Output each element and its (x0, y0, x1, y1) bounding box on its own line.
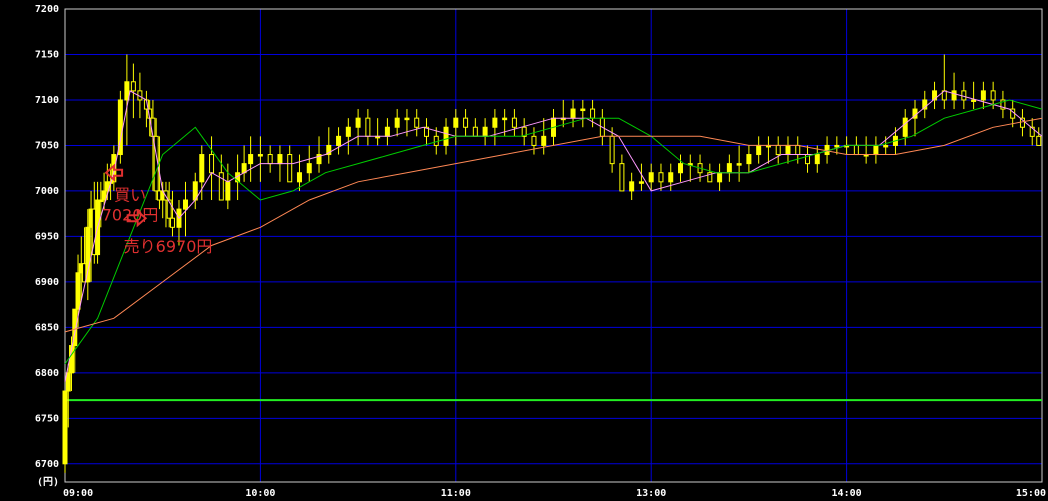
x-tick-label: 09:00 (63, 488, 93, 499)
candle-body-up (394, 117, 400, 128)
candle-body-up (182, 199, 188, 210)
candle-body-up (717, 172, 723, 183)
candle-body-up (404, 117, 410, 121)
candle-body-down (1036, 135, 1042, 146)
annotation-label: 買い (114, 186, 146, 205)
candle-body-up (736, 163, 742, 166)
y-tick-label: 7000 (35, 186, 59, 197)
y-tick-label: 7150 (35, 49, 59, 60)
candle-body-up (306, 163, 312, 174)
y-tick-label: 6800 (35, 368, 59, 379)
candle-body-down (169, 217, 175, 228)
candle (62, 390, 68, 473)
candle-body-down (511, 117, 517, 128)
candle-body-up (785, 144, 791, 156)
candle-body-up (62, 390, 68, 465)
candle-body-up (384, 126, 390, 137)
x-tick-label: 10:00 (245, 488, 275, 499)
candle-body-up (883, 144, 889, 148)
candle-body-up (902, 117, 908, 137)
candle-body-down (267, 154, 273, 165)
candle-body-up (199, 154, 205, 183)
candle-body-down (531, 135, 537, 146)
candle-body-down (414, 117, 420, 128)
y-axis-unit-label: (円) (37, 476, 59, 488)
candle-body-up (502, 117, 508, 121)
candle-body-up (257, 154, 263, 157)
candle-body-up (296, 172, 302, 183)
candle-body-up (951, 90, 957, 101)
y-tick-label: 6950 (35, 231, 59, 242)
intraday-price-chart: 買い7020円売り6970円 7200715071007050700069506… (0, 0, 1048, 501)
candle-body-up (124, 81, 130, 101)
candle-body-up (756, 144, 762, 156)
y-tick-label: 6750 (35, 413, 59, 424)
candle-body-up (75, 272, 81, 310)
candle-body-down (658, 172, 664, 183)
candle-body-up (225, 181, 231, 201)
candle-body-down (590, 108, 596, 119)
candle-body-up (678, 163, 684, 174)
annotation-label: 売り6970円 (124, 237, 213, 256)
candle-body-down (619, 163, 625, 192)
candle-body-up (482, 126, 488, 137)
candle-body-up (277, 154, 283, 165)
candle-body-up (629, 181, 635, 192)
candle-body-down (472, 126, 478, 137)
candle-body-up (355, 117, 361, 128)
candle (117, 90, 123, 164)
candle-body-up (101, 190, 107, 201)
x-tick-label: 13:00 (636, 488, 666, 499)
candle-body-down (130, 81, 136, 92)
candle-body-down (287, 154, 293, 183)
candle-body-up (648, 172, 654, 183)
candle-body-up (638, 181, 644, 184)
candle-body-up (814, 154, 820, 165)
candle-body-down (775, 144, 781, 156)
candle-body-up (873, 144, 879, 156)
x-tick-label: 14:00 (832, 488, 862, 499)
candle-body-up (443, 126, 449, 146)
candle-body-up (580, 108, 586, 112)
candle-body-down (961, 90, 967, 101)
candle-body-up (336, 135, 342, 146)
candle-body-up (834, 144, 840, 148)
candle-body-down (795, 144, 801, 156)
candle-body-up (453, 117, 459, 128)
candle-body-up (726, 163, 732, 174)
candle-body-up (971, 99, 977, 102)
candle-body-up (980, 90, 986, 101)
candle-body-down (463, 117, 469, 128)
candle-body-up (668, 172, 674, 183)
y-tick-label: 7200 (35, 4, 59, 15)
candle-body-down (218, 172, 224, 201)
x-tick-label: 11:00 (441, 488, 471, 499)
candle-body-down (853, 144, 859, 156)
y-tick-label: 7050 (35, 140, 59, 151)
y-tick-label: 6850 (35, 322, 59, 333)
y-tick-label: 6700 (35, 459, 59, 470)
candle-body-down (209, 154, 215, 174)
x-tick-label: 15:00 (1016, 488, 1046, 499)
candle-body-up (746, 154, 752, 165)
candle-body-up (65, 372, 71, 392)
candle-body-down (609, 135, 615, 165)
candle-body-up (541, 135, 547, 146)
candle-body-up (248, 154, 254, 165)
y-tick-label: 7100 (35, 95, 59, 106)
candle-body-up (492, 117, 498, 128)
candle-body-down (990, 90, 996, 101)
candle-body-up (85, 226, 91, 283)
y-tick-label: 6900 (35, 277, 59, 288)
candle-body-down (365, 117, 371, 137)
candle-body-up (345, 126, 351, 137)
candle-body-up (570, 108, 576, 119)
